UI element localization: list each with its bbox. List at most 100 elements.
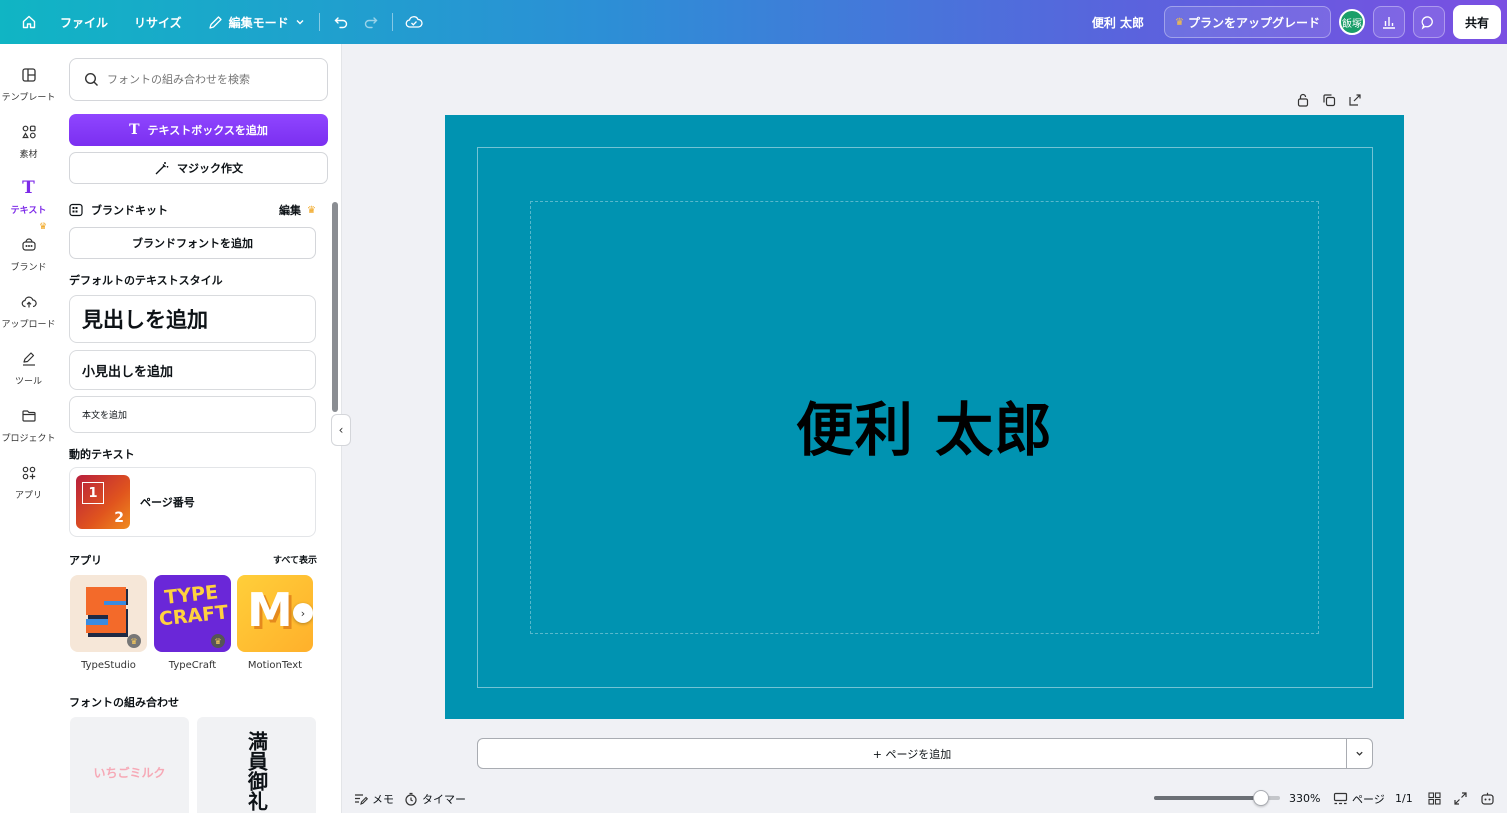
add-page-dropdown[interactable]: [1346, 738, 1373, 769]
add-body-text-button[interactable]: 本文を追加: [69, 396, 316, 433]
crown-icon: ♛: [1175, 16, 1184, 28]
notes-button[interactable]: メモ: [354, 791, 394, 807]
rail-item-projects[interactable]: プロジェクト: [0, 405, 57, 444]
duplicate-page-button[interactable]: [1322, 92, 1336, 111]
add-brand-font-label: ブランドフォントを追加: [132, 237, 253, 250]
folder-icon: [21, 410, 36, 422]
home-button[interactable]: [14, 6, 44, 38]
undo-icon: [334, 17, 347, 29]
font-combinations-title: フォントの組み合わせ: [69, 696, 179, 709]
font-search-box[interactable]: [69, 58, 328, 101]
see-all-apps-link[interactable]: すべて表示: [273, 553, 317, 566]
font-combo-card-1[interactable]: いちごミルク: [70, 717, 189, 813]
carousel-next-button[interactable]: ›: [293, 603, 313, 623]
brand-kit-header: ブランドキット 編集 ♛: [69, 202, 316, 218]
rail-item-text[interactable]: T テキスト: [0, 177, 57, 216]
app-tile-motiontext[interactable]: M ›: [237, 575, 313, 652]
zoom-slider-fill: [1154, 796, 1261, 800]
rail-item-tools[interactable]: ツール: [0, 348, 57, 387]
app-tile-typecraft[interactable]: TYPE CRAFT ♛: [154, 575, 231, 652]
crown-icon: ♛: [307, 204, 316, 216]
lock-button[interactable]: [1296, 92, 1310, 111]
scroll-thumb[interactable]: [332, 202, 338, 412]
edit-mode-label: 編集モード: [228, 15, 289, 30]
upgrade-plan-button[interactable]: ♛ プランをアップグレード: [1164, 6, 1331, 38]
rail-label: テンプレート: [1, 93, 56, 103]
upload-icon: [21, 296, 37, 308]
app-tile-typestudio[interactable]: ♛: [70, 575, 147, 652]
font-search-input[interactable]: [107, 73, 307, 86]
rail-label: 素材: [19, 150, 38, 160]
add-subheading-button[interactable]: 小見出しを追加: [69, 350, 316, 390]
share-button[interactable]: 共有: [1452, 5, 1501, 39]
home-icon: [22, 15, 36, 29]
insights-button[interactable]: [1372, 6, 1405, 38]
collapse-panel-button[interactable]: ‹: [331, 414, 351, 446]
add-brand-font-button[interactable]: ブランドフォントを追加: [69, 227, 316, 259]
crown-icon: ♛: [211, 634, 225, 648]
rail-item-uploads[interactable]: アップロード: [0, 291, 57, 330]
body-text-label: 本文を追加: [82, 411, 128, 421]
heading-label: 見出しを追加: [82, 308, 208, 332]
rail-item-templates[interactable]: テンプレート: [0, 64, 57, 103]
magic-write-button[interactable]: マジック作文: [69, 152, 328, 184]
undo-button[interactable]: [326, 6, 356, 38]
comments-button[interactable]: [1412, 6, 1445, 38]
resize-button[interactable]: リサイズ: [126, 6, 190, 38]
rail-label: プロジェクト: [1, 434, 56, 444]
apps-icon: [22, 466, 35, 480]
motiontext-logo: M: [247, 583, 293, 637]
notes-icon: [355, 793, 368, 805]
brand-kit-title: ブランドキット: [91, 204, 168, 217]
pages-icon: [1333, 792, 1348, 804]
page-number-card[interactable]: 1 2 ページ番号: [69, 467, 316, 537]
edit-mode-dropdown[interactable]: 編集モード: [200, 6, 313, 38]
rail-item-apps[interactable]: アプリ: [0, 462, 57, 501]
rail-item-brand[interactable]: ブランド: [0, 234, 57, 273]
redo-button[interactable]: [356, 6, 386, 38]
fullscreen-button[interactable]: [1454, 792, 1467, 808]
redo-icon: [364, 17, 378, 29]
pages-view-button[interactable]: ページ: [1333, 791, 1385, 807]
page-count: 1/1: [1395, 792, 1413, 805]
typestudio-logo-icon: ♛: [86, 587, 141, 648]
zoom-slider[interactable]: [1154, 790, 1280, 806]
duplicate-icon: [1323, 94, 1336, 107]
add-textbox-button[interactable]: T テキストボックスを追加: [69, 114, 328, 146]
panel-scrollbar[interactable]: [332, 196, 338, 813]
add-textbox-label: テキストボックスを追加: [147, 124, 268, 137]
add-heading-button[interactable]: 見出しを追加: [69, 295, 316, 343]
resize-label: リサイズ: [134, 15, 182, 30]
font-combo-preview-2: 満員御礼: [244, 731, 269, 811]
zoom-slider-handle[interactable]: [1253, 790, 1269, 806]
assistant-button[interactable]: [1480, 791, 1495, 809]
design-page[interactable]: 便利 太郎: [445, 115, 1404, 719]
app-label-typestudio: TypeStudio: [81, 660, 136, 671]
grid-view-button[interactable]: [1428, 792, 1441, 808]
rail-label: ブランド: [10, 263, 47, 273]
font-combo-card-2[interactable]: 満員御礼: [197, 717, 316, 813]
add-page-above-button[interactable]: [1348, 92, 1362, 111]
add-page-button[interactable]: + ページを追加: [477, 738, 1347, 769]
comment-icon: [1422, 15, 1434, 30]
rail-label: テキスト: [10, 206, 47, 216]
rail-label: アップロード: [1, 320, 56, 330]
add-page-label: + ページを追加: [872, 747, 952, 761]
file-menu-button[interactable]: ファイル: [52, 6, 116, 38]
expand-icon: [1454, 792, 1467, 805]
default-text-styles-title: デフォルトのテキストスタイル: [69, 274, 223, 287]
typecraft-logo: TYPE CRAFT: [154, 581, 231, 631]
cloud-save-button[interactable]: [399, 6, 429, 38]
page-number-thumbnail: 1 2: [76, 475, 130, 529]
timer-button[interactable]: タイマー: [404, 791, 466, 807]
brand-kit-edit-link[interactable]: 編集 ♛: [279, 202, 316, 218]
avatar[interactable]: 飯塚: [1338, 9, 1365, 35]
upgrade-label: プランをアップグレード: [1187, 15, 1320, 30]
text-icon: T: [129, 122, 140, 138]
canvas-text-element[interactable]: 便利 太郎: [445, 383, 1404, 467]
zoom-percentage[interactable]: 330%: [1289, 792, 1320, 805]
rail-item-elements[interactable]: 素材: [0, 121, 57, 160]
chevron-left-icon: ‹: [338, 423, 344, 437]
document-owner-name: 便利 太郎: [1091, 15, 1144, 30]
left-rail: テンプレート 素材 T テキスト ♛ ブランド アップロード ツール プロジェク…: [0, 44, 57, 813]
